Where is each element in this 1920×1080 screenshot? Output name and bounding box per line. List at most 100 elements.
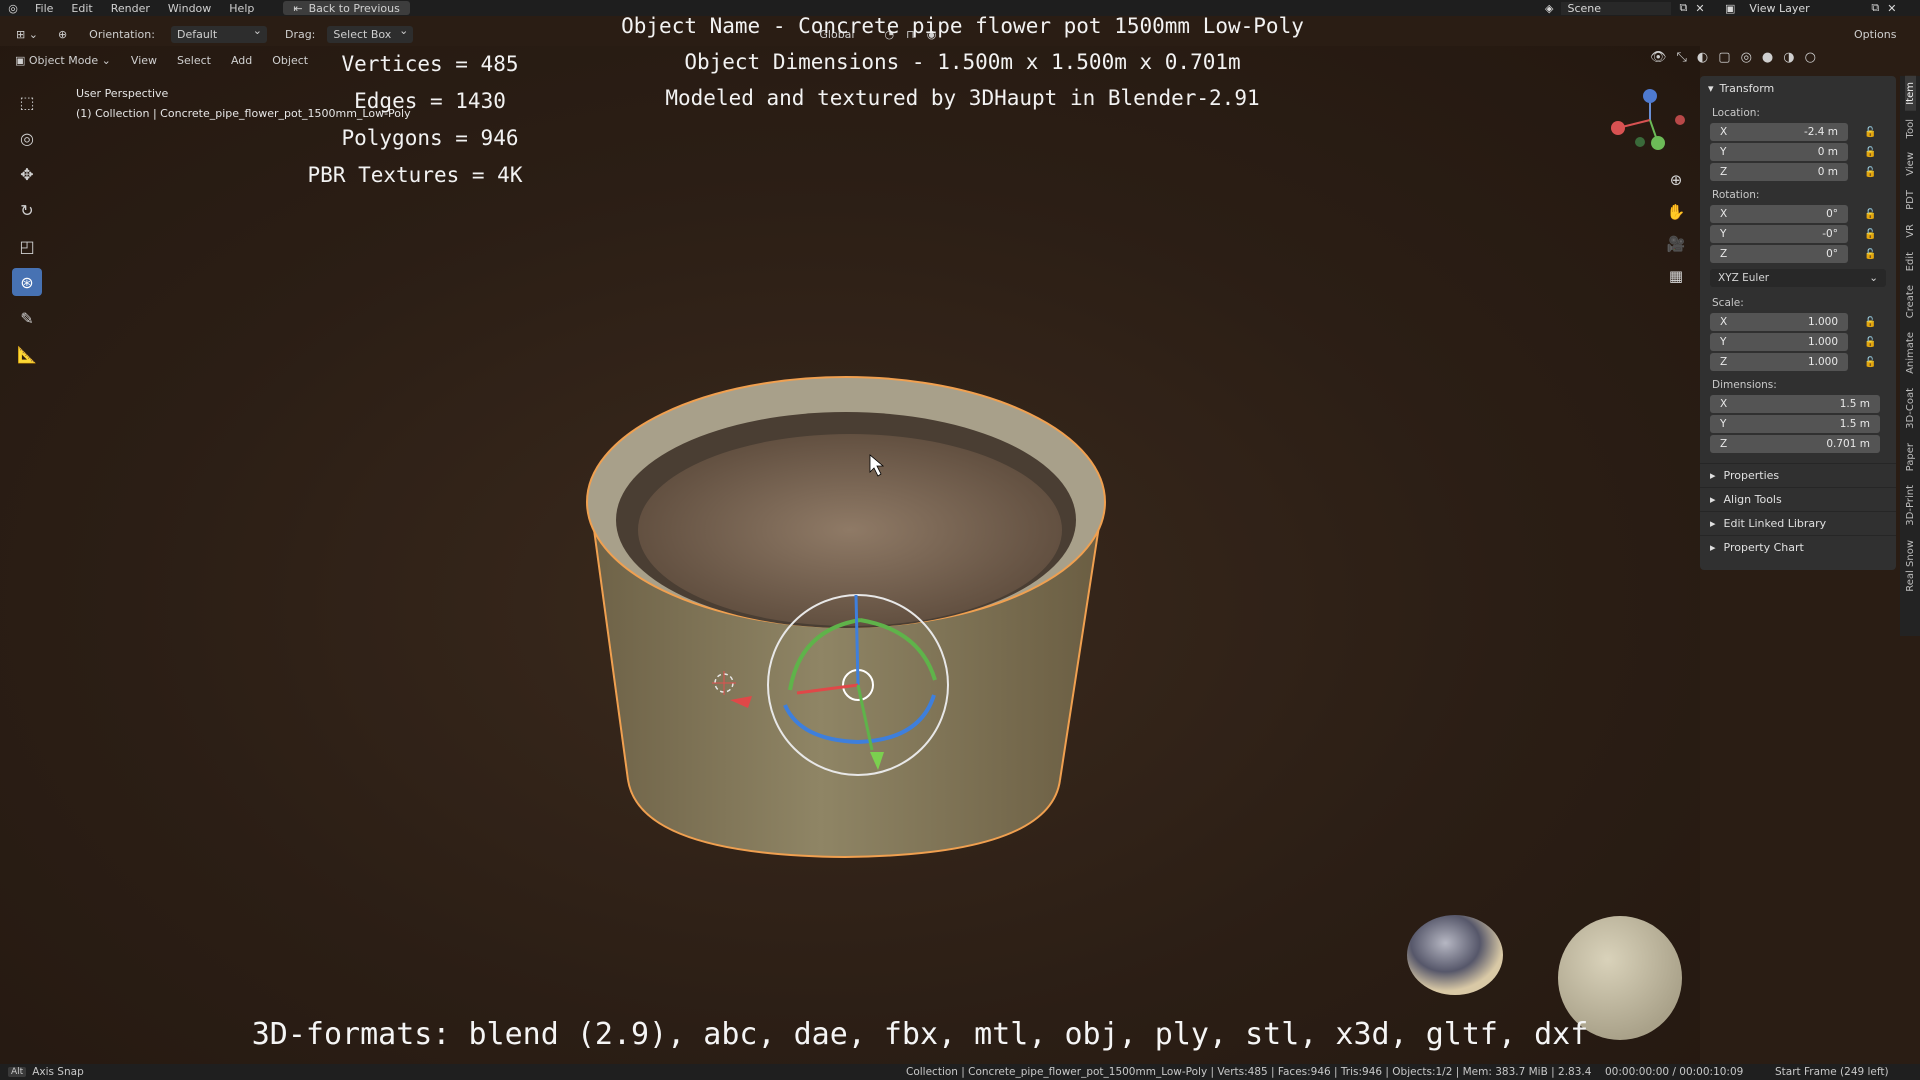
chevron-down-icon: ⌄ xyxy=(1869,272,1878,284)
lock-icon[interactable]: 🔓 xyxy=(1864,147,1876,158)
tool-shelf: ⬚ ◎ ✥ ↻ ◰ ⊛ ✎ 📐 xyxy=(12,88,44,368)
properties-panel-header[interactable]: ▸ Properties xyxy=(1700,463,1896,487)
measure-icon[interactable]: 📐 xyxy=(12,340,42,368)
dimensions-z-row: Z 0.701 m xyxy=(1710,435,1896,453)
visibility-icon[interactable]: 👁 xyxy=(1650,50,1667,65)
back-to-previous-button[interactable]: ⇤ Back to Previous xyxy=(283,1,410,15)
view-menu[interactable]: View xyxy=(122,52,166,69)
location-y-field[interactable]: Y 0 m xyxy=(1710,143,1848,161)
camera-icon[interactable]: 🎥 xyxy=(1662,234,1690,254)
lock-icon[interactable]: 🔓 xyxy=(1864,249,1876,260)
tab-animate[interactable]: Animate xyxy=(1905,326,1916,380)
blender-logo-icon[interactable]: ◎ xyxy=(0,2,26,15)
menu-help[interactable]: Help xyxy=(220,2,263,15)
pot-soil xyxy=(638,434,1062,626)
lock-icon[interactable]: 🔓 xyxy=(1864,317,1876,328)
rendered-shading-icon[interactable]: ○ xyxy=(1805,50,1816,65)
menu-file[interactable]: File xyxy=(26,2,62,15)
scene-copy-icon[interactable]: ⧉ xyxy=(1679,1,1687,15)
view-layer-name[interactable]: View Layer xyxy=(1743,2,1863,15)
rotation-y-field[interactable]: Y -0° xyxy=(1710,225,1848,243)
navigation-gizmo xyxy=(1611,89,1685,150)
scale-y-field[interactable]: Y 1.000 xyxy=(1710,333,1848,351)
tab-item[interactable]: Item xyxy=(1904,76,1916,111)
field-value: 1.5 m xyxy=(1839,418,1870,430)
rotation-x-field[interactable]: X 0° xyxy=(1710,205,1848,223)
rotation-mode-label: XYZ Euler xyxy=(1718,272,1770,284)
view-layer-copy-icon[interactable]: ⧉ xyxy=(1871,1,1879,15)
property-chart-panel-header[interactable]: ▸ Property Chart xyxy=(1700,535,1896,559)
tab-tool[interactable]: Tool xyxy=(1905,113,1916,144)
select-menu[interactable]: Select xyxy=(168,52,220,69)
material-shading-icon[interactable]: ◑ xyxy=(1783,50,1794,65)
scale-y-row: Y 1.000 🔓 xyxy=(1710,333,1896,351)
scene-selector[interactable]: ◈ Scene ⧉ ✕ xyxy=(1545,0,1710,16)
tab-3d-print[interactable]: 3D-Print xyxy=(1905,479,1916,532)
top-menu-bar: ◎ File Edit Render Window Help ⇤ Back to… xyxy=(0,0,1920,16)
scale-x-row: X 1.000 🔓 xyxy=(1710,313,1896,331)
scene-close-icon[interactable]: ✕ xyxy=(1695,2,1704,15)
view-layer-close-icon[interactable]: ✕ xyxy=(1887,2,1896,15)
lock-icon[interactable]: 🔓 xyxy=(1864,229,1876,240)
rotate-icon[interactable]: ↻ xyxy=(12,196,42,224)
grid-icon[interactable]: ▦ xyxy=(1662,266,1690,286)
zoom-icon[interactable]: ⊕ xyxy=(1662,170,1690,190)
dimensions-x-field[interactable]: X 1.5 m xyxy=(1710,395,1880,413)
tab-3d-coat[interactable]: 3D-Coat xyxy=(1905,382,1916,435)
menu-render[interactable]: Render xyxy=(102,2,159,15)
drag-dropdown[interactable]: Select Box xyxy=(327,24,414,43)
rotation-mode-dropdown[interactable]: XYZ Euler ⌄ xyxy=(1710,269,1886,287)
location-x-field[interactable]: X -2.4 m xyxy=(1710,123,1848,141)
xray-icon[interactable]: ▢ xyxy=(1718,50,1730,65)
tab-real-snow[interactable]: Real Snow xyxy=(1905,534,1916,598)
menu-edit[interactable]: Edit xyxy=(62,2,101,15)
edit-linked-library-panel-header[interactable]: ▸ Edit Linked Library xyxy=(1700,511,1896,535)
scene-name[interactable]: Scene xyxy=(1561,1,1672,15)
transform-icon[interactable]: ⊛ xyxy=(12,268,42,296)
tab-pdt[interactable]: PDT xyxy=(1905,184,1916,216)
menu-window[interactable]: Window xyxy=(159,2,220,15)
lock-icon[interactable]: 🔓 xyxy=(1864,127,1876,138)
axis-label: X xyxy=(1720,208,1728,220)
tab-vr[interactable]: VR xyxy=(1905,218,1916,244)
solid-shading-icon[interactable]: ● xyxy=(1762,50,1773,65)
dimensions-z-field[interactable]: Z 0.701 m xyxy=(1710,435,1880,453)
hand-icon[interactable]: ✋ xyxy=(1662,202,1690,222)
options-dropdown[interactable]: Options xyxy=(1848,26,1902,43)
select-box-icon[interactable]: ⬚ xyxy=(12,88,42,116)
preview-sphere-hdri xyxy=(1407,915,1503,995)
orientation-dropdown[interactable]: Default xyxy=(170,24,267,43)
align-tools-panel-header[interactable]: ▸ Align Tools xyxy=(1700,487,1896,511)
overlay-toggle-icon[interactable]: ◐ xyxy=(1697,50,1708,65)
move-icon[interactable]: ✥ xyxy=(12,160,42,188)
tab-create[interactable]: Create xyxy=(1905,279,1916,324)
field-value: -0° xyxy=(1822,228,1838,240)
transform-panel-header[interactable]: ▾ Transform xyxy=(1700,76,1896,101)
view-layer-selector[interactable]: ▣ View Layer ⧉ ✕ xyxy=(1725,0,1896,16)
axis-label: Z xyxy=(1720,166,1728,178)
cursor-icon[interactable]: ◎ xyxy=(12,124,42,152)
lock-icon[interactable]: 🔓 xyxy=(1864,357,1876,368)
scale-x-field[interactable]: X 1.000 xyxy=(1710,313,1848,331)
object-mode-dropdown[interactable]: ▣ Object Mode ⌄ xyxy=(6,52,120,69)
annotate-icon[interactable]: ✎ xyxy=(12,304,42,332)
lock-icon[interactable]: 🔓 xyxy=(1864,337,1876,348)
location-z-row: Z 0 m 🔓 xyxy=(1710,163,1896,181)
tab-edit[interactable]: Edit xyxy=(1905,246,1916,277)
dimensions-y-field[interactable]: Y 1.5 m xyxy=(1710,415,1880,433)
editor-type-button[interactable]: ⊞ ⌄ xyxy=(10,26,44,43)
field-value: 0° xyxy=(1826,248,1838,260)
tab-view[interactable]: View xyxy=(1905,146,1916,182)
lock-icon[interactable]: 🔓 xyxy=(1864,167,1876,178)
scale-z-field[interactable]: Z 1.000 xyxy=(1710,353,1848,371)
active-tool-icon[interactable]: ⊕ xyxy=(52,26,73,43)
lock-icon[interactable]: 🔓 xyxy=(1864,209,1876,220)
tab-paper[interactable]: Paper xyxy=(1905,437,1916,477)
rotation-z-field[interactable]: Z 0° xyxy=(1710,245,1848,263)
wireframe-shading-icon[interactable]: ◎ xyxy=(1741,50,1752,65)
gizmo-toggle-icon[interactable]: ⤡ xyxy=(1677,50,1687,65)
back-icon: ⇤ xyxy=(293,1,303,15)
add-menu[interactable]: Add xyxy=(222,52,261,69)
location-z-field[interactable]: Z 0 m xyxy=(1710,163,1848,181)
scale-icon[interactable]: ◰ xyxy=(12,232,42,260)
